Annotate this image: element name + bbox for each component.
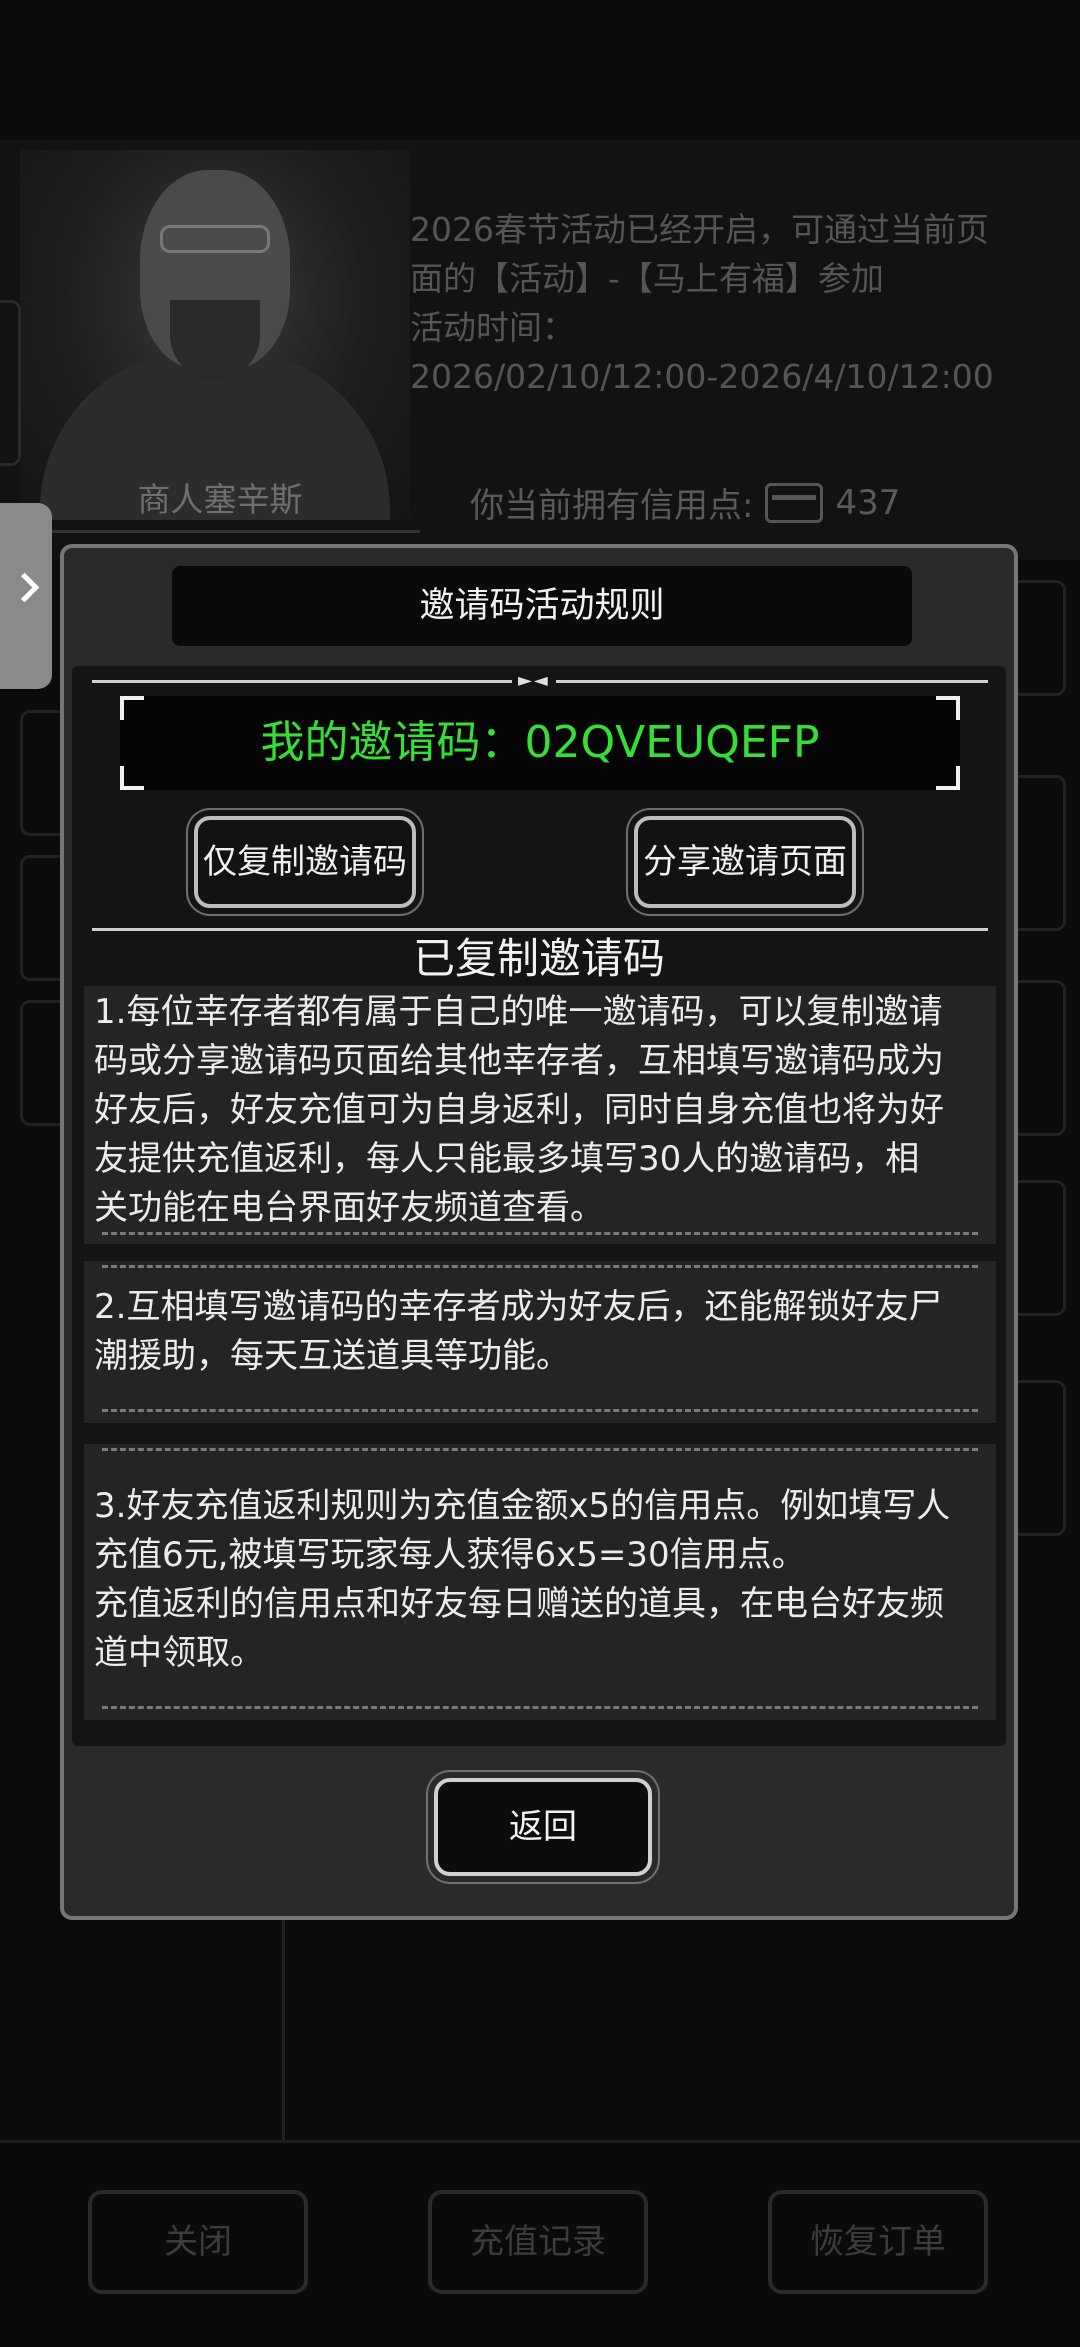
rule-line: 好友后，好友充值可为自身返利，同时自身充值也将为好	[94, 1090, 944, 1130]
copy-status-text: 已复制邀请码	[72, 928, 1006, 990]
side-handle	[0, 300, 21, 466]
news-line: 面的【活动】-【马上有福】参加	[410, 259, 884, 298]
rule-line: 充值6元,被填写玩家每人获得6x5=30信用点。	[94, 1535, 806, 1575]
news-line: 2026春节活动已经开启，可通过当前页	[410, 210, 989, 249]
rule-line: 1.每位幸存者都有属于自己的唯一邀请码，可以复制邀请	[94, 992, 943, 1032]
arrows-icon: ►◄	[512, 670, 556, 691]
background-slot	[1010, 980, 1066, 1136]
merchant-portrait	[20, 150, 410, 520]
invite-rules-dialog: 邀请码活动规则 ►◄ 我的邀请码：02QVEUQEFP 仅复制邀请码 分享邀请页…	[60, 544, 1018, 1920]
credit-label: 你当前拥有信用点:	[470, 486, 754, 526]
news-line: 2026/02/10/12:00-2026/4/10/12:00	[410, 357, 994, 396]
rule-item: 3.好友充值返利规则为充值金额x5的信用点。例如填写人 充值6元,被填写玩家每人…	[84, 1444, 996, 1720]
back-button[interactable]: 返回	[434, 1778, 652, 1876]
share-invite-page-button[interactable]: 分享邀请页面	[634, 816, 856, 908]
background-slot	[1010, 775, 1066, 931]
restore-order-button[interactable]: 恢复订单	[768, 2190, 988, 2294]
dialog-title: 邀请码活动规则	[172, 566, 912, 646]
rule-text: 2.互相填写邀请码的幸存者成为好友后，还能解锁好友尸 潮援助，每天互送道具等功能…	[94, 1283, 986, 1381]
background-slot	[1010, 1180, 1066, 1316]
glasses-icon	[160, 225, 270, 253]
background-slot	[1010, 1380, 1066, 1536]
rule-item: 2.互相填写邀请码的幸存者成为好友后，还能解锁好友尸 潮援助，每天互送道具等功能…	[84, 1261, 996, 1423]
rule-line: 道中领取。	[94, 1633, 264, 1673]
dashed-divider	[102, 1706, 978, 1709]
background-slot	[1010, 580, 1066, 696]
rule-line: 充值返利的信用点和好友每日赠送的道具，在电台好友频	[94, 1584, 944, 1624]
rule-line: 码或分享邀请码页面给其他幸存者，互相填写邀请码成为	[94, 1041, 944, 1081]
invite-code-box: 我的邀请码：02QVEUQEFP	[120, 696, 960, 790]
rule-line: 2.互相填写邀请码的幸存者成为好友后，还能解锁好友尸	[94, 1287, 943, 1327]
rule-text: 1.每位幸存者都有属于自己的唯一邀请码，可以复制邀请 码或分享邀请码页面给其他幸…	[94, 988, 986, 1233]
invite-code: 我的邀请码：02QVEUQEFP	[260, 717, 820, 768]
credit-card-icon	[765, 482, 824, 523]
copy-invite-code-button[interactable]: 仅复制邀请码	[194, 816, 416, 908]
rule-item: 1.每位幸存者都有属于自己的唯一邀请码，可以复制邀请 码或分享邀请码页面给其他幸…	[84, 986, 996, 1244]
dashed-divider	[102, 1448, 978, 1451]
rule-text: 3.好友充值返利规则为充值金额x5的信用点。例如填写人 充值6元,被填写玩家每人…	[94, 1482, 986, 1678]
rule-line: 潮援助，每天互送道具等功能。	[94, 1336, 570, 1376]
recharge-history-button[interactable]: 充值记录	[428, 2190, 648, 2294]
credit-balance: 你当前拥有信用点: 437	[470, 478, 900, 527]
event-announcement: 2026春节活动已经开启，可通过当前页 面的【活动】-【马上有福】参加 活动时间…	[410, 205, 1070, 401]
close-button[interactable]: 关闭	[88, 2190, 308, 2294]
dialog-content: ►◄ 我的邀请码：02QVEUQEFP 仅复制邀请码 分享邀请页面 已复制邀请码…	[72, 666, 1006, 1746]
rule-line: 关功能在电台界面好友频道查看。	[94, 1188, 604, 1228]
rule-line: 3.好友充值返利规则为充值金额x5的信用点。例如填写人	[94, 1486, 951, 1526]
credit-value: 437	[835, 482, 901, 523]
rule-line: 友提供充值返利，每人只能最多填写30人的邀请码，相	[94, 1139, 920, 1179]
dashed-divider	[102, 1232, 978, 1235]
status-label: 已复制邀请码	[396, 934, 681, 983]
dashed-divider	[102, 1409, 978, 1412]
news-line: 活动时间：	[410, 308, 575, 347]
side-panel-toggle[interactable]	[0, 503, 52, 689]
dashed-divider	[102, 1265, 978, 1268]
npc-name: 商人塞辛斯	[20, 470, 420, 533]
chevron-right-icon	[9, 572, 40, 603]
